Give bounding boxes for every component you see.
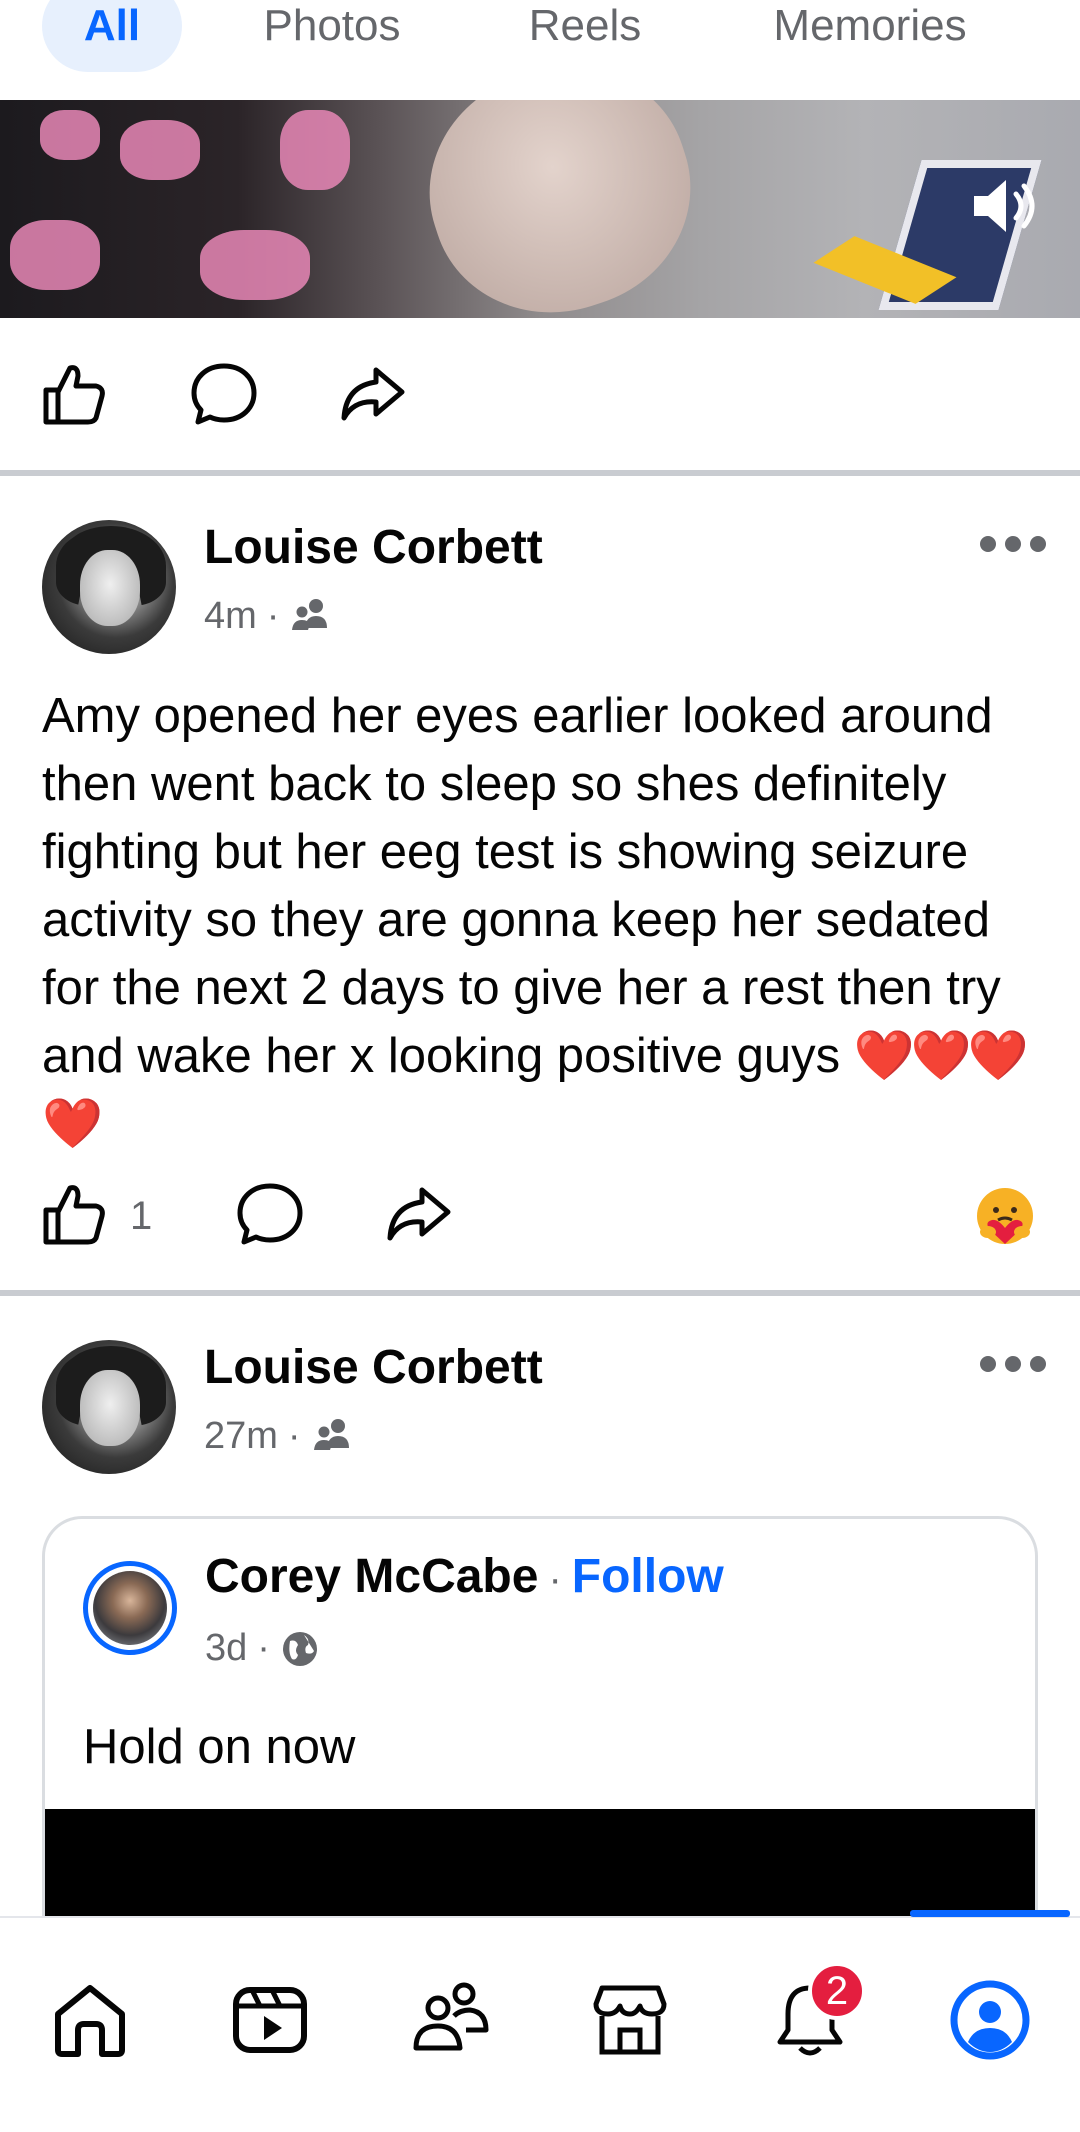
avatar[interactable] [42, 1340, 176, 1474]
post-author[interactable]: Louise Corbett [204, 1340, 543, 1395]
shared-author-avatar[interactable] [83, 1561, 177, 1655]
post-author[interactable]: Louise Corbett [204, 520, 543, 575]
video-pattern [280, 110, 350, 190]
active-tab-indicator [910, 1910, 1070, 1917]
tab-all[interactable]: All [42, 0, 182, 72]
like-count[interactable]: 1 [130, 1194, 152, 1239]
tab-photos[interactable]: Photos [222, 0, 442, 72]
meta-separator: · [266, 594, 280, 637]
globe-icon [282, 1631, 317, 1666]
video-pattern [200, 230, 310, 300]
avatar-face [80, 550, 140, 626]
care-reaction-icon[interactable] [974, 1186, 1036, 1248]
video-pattern [10, 220, 100, 290]
video-hand [399, 100, 721, 318]
post-text: Amy opened her eyes earlier looked aroun… [42, 682, 1042, 1158]
post-meta: 27m · [204, 1414, 355, 1458]
post-body: Amy opened her eyes earlier looked aroun… [42, 689, 1001, 1083]
shared-author-line: Corey McCabe · Follow [205, 1549, 724, 1604]
shared-post-meta: 3d · [205, 1627, 320, 1670]
like-icon[interactable] [38, 1178, 110, 1250]
video-pattern [120, 120, 200, 180]
avatar[interactable] [42, 520, 176, 654]
post-actions: 1 [0, 1160, 1080, 1270]
comment-icon[interactable] [188, 358, 260, 430]
post-divider [0, 1290, 1080, 1296]
tab-reels[interactable]: Reels [500, 0, 670, 72]
profile-icon[interactable] [942, 1972, 1038, 2068]
notifications-badge: 2 [808, 1962, 866, 2020]
notifications-icon[interactable]: 2 [762, 1962, 866, 2068]
shared-post-time[interactable]: 3d [205, 1627, 247, 1670]
friends-icon [292, 599, 328, 630]
avatar-face [80, 1370, 140, 1446]
friends-icon [313, 1419, 349, 1450]
meta-separator: · [548, 1557, 562, 1601]
comment-icon[interactable] [234, 1178, 306, 1250]
meta-separator: · [287, 1414, 301, 1457]
shared-author-name[interactable]: Corey McCabe [205, 1549, 538, 1604]
video-post-actions [0, 340, 1080, 450]
more-options-icon[interactable] [980, 1356, 1046, 1376]
like-icon[interactable] [38, 358, 110, 430]
post-meta: 4m · [204, 594, 333, 638]
post-time[interactable]: 4m [204, 595, 257, 638]
post-divider [0, 470, 1080, 476]
home-icon[interactable] [42, 1972, 138, 2068]
video-player[interactable] [0, 100, 1080, 318]
tab-memories[interactable]: Memories [740, 0, 1000, 72]
video-pattern [40, 110, 100, 160]
shared-post-card[interactable]: Corey McCabe · Follow 3d · Hold on now [42, 1516, 1038, 1956]
speaker-on-icon[interactable] [970, 176, 1042, 236]
follow-button[interactable]: Follow [572, 1549, 724, 1604]
share-icon[interactable] [336, 358, 408, 430]
marketplace-icon[interactable] [582, 1972, 678, 2068]
more-options-icon[interactable] [980, 536, 1046, 556]
shared-post-text: Hold on now [83, 1720, 356, 1774]
video-icon[interactable] [222, 1972, 318, 2068]
meta-separator: · [257, 1627, 270, 1669]
bottom-nav: 2 [0, 1910, 1080, 2132]
filter-tabs: All Photos Reels Memories [0, 0, 1080, 100]
share-icon[interactable] [382, 1178, 454, 1250]
post-time[interactable]: 27m [204, 1415, 278, 1458]
friends-icon[interactable] [402, 1972, 498, 2068]
